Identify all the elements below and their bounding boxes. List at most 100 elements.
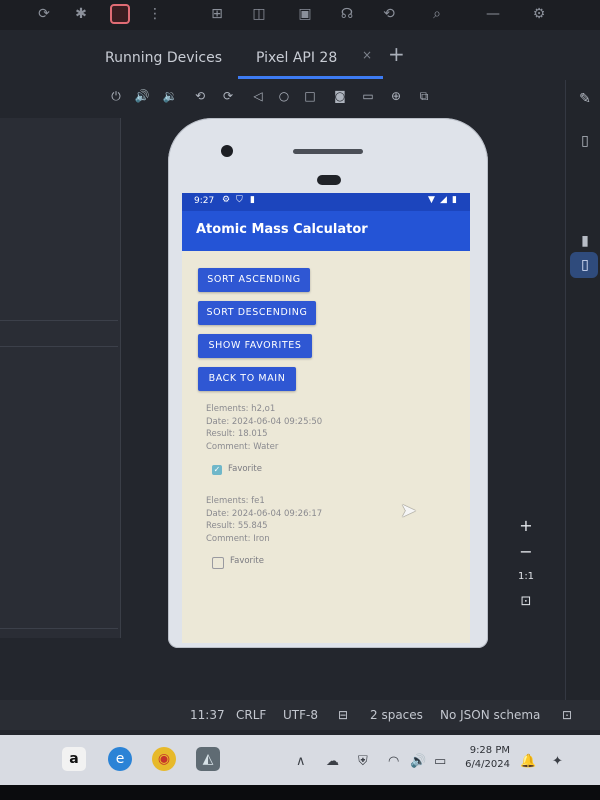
favorite-checkbox[interactable]: ✓ — [212, 465, 222, 475]
app-title: Atomic Mass Calculator — [196, 222, 368, 237]
settings-icon[interactable]: ⚙ — [530, 5, 548, 23]
sort-descending-button[interactable]: SORT DESCENDING — [198, 301, 316, 325]
device-screen: 9:27 ⚙ ⛉ ▮ ▼ ◢ ▮ Atomic Mass Calculator … — [182, 193, 470, 643]
zoom-out-button[interactable]: − — [513, 540, 539, 564]
line-separator[interactable]: CRLF — [236, 708, 266, 722]
ide-top-toolbar: ⟳ ✱ ⋮ ⊞ ◫ ▣ ☊ ⟲ ⌕ — ⚙ — [0, 0, 600, 30]
zoom-fit-icon[interactable]: ⊡ — [513, 590, 539, 614]
tab-pixel-api-28[interactable]: Pixel API 28 — [256, 50, 337, 66]
record-elements: Elements: h2,o1 — [206, 404, 276, 414]
inspector-icon[interactable]: ◫ — [250, 5, 268, 23]
editor-panel — [0, 118, 121, 638]
screenshot-icon[interactable]: ◙ — [332, 88, 348, 104]
zoom-actual-size-button[interactable]: 1:1 — [513, 565, 539, 589]
sort-ascending-button[interactable]: SORT ASCENDING — [198, 268, 310, 292]
power-icon[interactable]: ⏻ — [108, 88, 124, 104]
mouse-cursor-icon: ➤ — [400, 498, 417, 522]
minimize-icon[interactable]: — — [484, 5, 502, 23]
caret-position[interactable]: 11:37 — [190, 708, 225, 722]
android-status-bar: 9:27 ⚙ ⛉ ▮ ▼ ◢ ▮ — [182, 193, 470, 211]
edge-icon[interactable]: e — [108, 747, 132, 771]
panel-divider — [0, 346, 118, 347]
taskbar-time: 9:28 PM — [469, 745, 510, 756]
layout-icon[interactable]: ▣ — [296, 5, 314, 23]
search-icon[interactable]: ⌕ — [428, 5, 446, 23]
device-explorer-icon[interactable]: ▮ — [576, 232, 594, 250]
stop-icon[interactable] — [110, 4, 130, 24]
show-favorites-button[interactable]: SHOW FAVORITES — [198, 334, 312, 358]
bug-icon[interactable]: ✱ — [72, 5, 90, 23]
panel-divider — [0, 628, 118, 629]
refresh-icon[interactable]: ⟳ — [35, 5, 53, 23]
zoom-in-button[interactable]: + — [513, 514, 539, 538]
wifi-status-icon: ▼ — [428, 195, 435, 205]
settings-status-icon: ⚙ — [222, 195, 231, 205]
favorite-label: Favorite — [230, 556, 264, 566]
sync-icon[interactable]: ⟲ — [380, 5, 398, 23]
earpiece-speaker — [293, 149, 363, 154]
record-date: Date: 2024-06-04 09:25:50 — [206, 416, 323, 427]
gradle-icon[interactable]: ▯ — [576, 132, 594, 150]
lock-icon[interactable]: ⊡ — [562, 708, 572, 722]
snapshot-icon[interactable]: ⧉ — [416, 88, 432, 104]
chrome-icon[interactable]: ◉ — [152, 747, 176, 771]
security-icon[interactable]: ⛨ — [358, 754, 368, 769]
rotate-left-icon[interactable]: ⟲ — [192, 88, 208, 104]
sd-card-status-icon: ▮ — [250, 195, 255, 205]
chevron-up-icon[interactable]: ∧ — [296, 754, 306, 769]
monitor-bezel — [0, 785, 600, 800]
list-item: Elements: fe1 Date: 2024-06-04 09:26:17 … — [206, 495, 322, 545]
record-elements: Elements: fe1 — [206, 496, 265, 506]
ide-status-bar: 11:37 CRLF UTF-8 ⊟ 2 spaces No JSON sche… — [0, 700, 600, 730]
signal-status-icon: ◢ — [440, 195, 447, 205]
add-tab-button[interactable]: + — [388, 42, 405, 66]
taskbar-date: 6/4/2024 — [465, 759, 510, 770]
device-tabs: Running Devices Pixel API 28 — [0, 42, 600, 80]
back-to-main-button[interactable]: BACK TO MAIN — [198, 367, 296, 391]
rotate-right-icon[interactable]: ⟳ — [220, 88, 236, 104]
cloud-icon[interactable]: ☁ — [326, 754, 339, 769]
battery-status-icon: ▮ — [452, 195, 457, 205]
record-result: Result: 55.845 — [206, 521, 268, 531]
amazon-icon[interactable]: a — [62, 747, 86, 771]
favorite-label: Favorite — [228, 464, 262, 474]
taskbar-clock[interactable]: 9:28 PM 6/4/2024 — [460, 744, 510, 772]
record-comment: Comment: Water — [206, 441, 279, 452]
record-icon[interactable]: ▭ — [360, 88, 376, 104]
close-tab-icon[interactable]: × — [362, 48, 372, 62]
json-schema[interactable]: No JSON schema — [440, 708, 540, 722]
record-date: Date: 2024-06-04 09:26:17 — [206, 508, 323, 519]
overview-icon[interactable]: □ — [302, 88, 318, 104]
notifications-icon[interactable]: ✎ — [576, 90, 594, 108]
shield-status-icon: ⛉ — [236, 195, 243, 205]
wifi-icon[interactable]: ◠ — [388, 754, 399, 769]
tab-running-devices[interactable]: Running Devices — [105, 50, 222, 66]
favorite-checkbox[interactable] — [212, 557, 224, 569]
more-vertical-icon[interactable]: ⋮ — [146, 5, 164, 23]
list-item: Elements: h2,o1 Date: 2024-06-04 09:25:5… — [206, 403, 322, 453]
extended-controls-icon[interactable]: ⊕ — [388, 88, 404, 104]
home-icon[interactable]: ○ — [276, 88, 292, 104]
file-encoding[interactable]: UTF-8 — [283, 708, 318, 722]
indent-setting[interactable]: 2 spaces — [370, 708, 423, 722]
lint-icon[interactable]: ☊ — [338, 5, 356, 23]
copilot-icon[interactable]: ✦ — [552, 754, 563, 769]
record-result: Result: 18.015 — [206, 429, 268, 439]
speaker-icon[interactable]: 🔊 — [410, 754, 426, 769]
front-camera — [221, 145, 233, 157]
device-manager-icon[interactable]: ⊞ — [208, 5, 226, 23]
volume-down-icon[interactable]: 🔉 — [162, 88, 178, 104]
battery-icon[interactable]: ▭ — [434, 754, 446, 769]
windows-taskbar: a e ◉ ◭ ∧ ☁ ⛨ ◠ 🔊 ▭ 9:28 PM 6/4/2024 🔔 ✦ — [0, 735, 600, 785]
record-comment: Comment: Iron — [206, 533, 270, 544]
emulator-toolbar: ⏻ 🔊 🔉 ⟲ ⟳ ◁ ○ □ ◙ ▭ ⊕ ⧉ — [100, 88, 445, 112]
readonly-icon[interactable]: ⊟ — [338, 708, 348, 722]
running-devices-icon[interactable]: ▯ — [576, 256, 594, 274]
notification-bell-icon[interactable]: 🔔 — [520, 754, 536, 769]
app-bar: Atomic Mass Calculator — [182, 211, 470, 251]
volume-up-icon[interactable]: 🔊 — [134, 88, 150, 104]
android-studio-icon[interactable]: ◭ — [196, 747, 220, 771]
back-icon[interactable]: ◁ — [250, 88, 266, 104]
active-tab-indicator — [238, 76, 383, 79]
panel-divider — [0, 320, 118, 321]
